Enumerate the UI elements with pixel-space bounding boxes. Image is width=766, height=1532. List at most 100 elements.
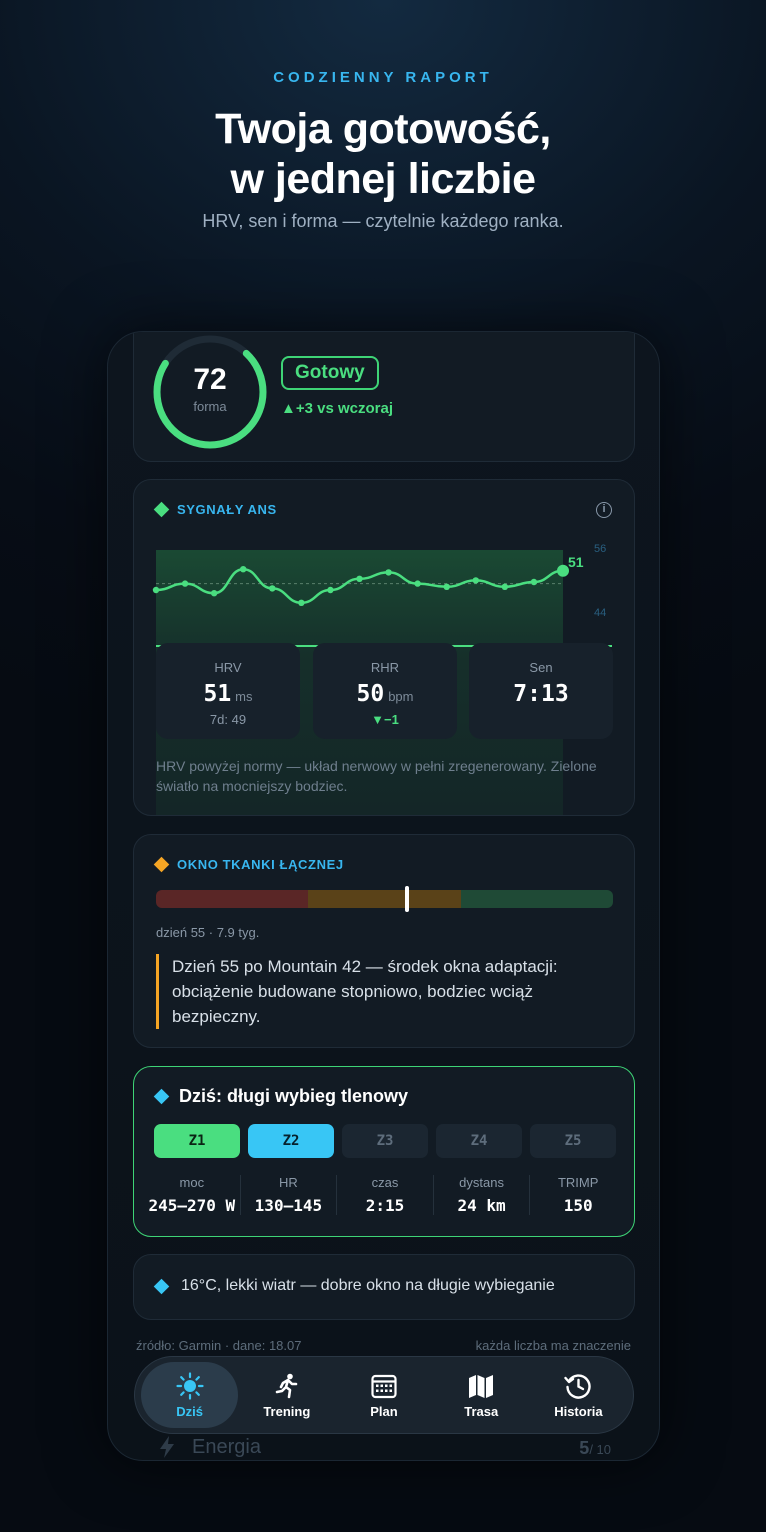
readiness-card[interactable]: 72 forma Gotowy ▲+3 vs wczoraj [133, 332, 635, 462]
metric-value: 24 km [457, 1196, 506, 1215]
tissue-quote: Dzień 55 po Mountain 42 — środek okna ad… [156, 954, 616, 1029]
tab-plan[interactable]: Plan [335, 1362, 432, 1428]
hrv-7d-average: 7d: 49 [209, 712, 247, 727]
calendar-icon [371, 1374, 397, 1398]
zone-selector: Z1 Z2 Z3 Z4 Z5 [154, 1124, 616, 1158]
zone-z2[interactable]: Z2 [248, 1124, 334, 1158]
hrv-point [327, 586, 334, 594]
current-day-marker [405, 886, 410, 912]
readiness-delta: ▲+3 vs wczoraj [281, 400, 393, 417]
bar-segment-red [156, 890, 309, 908]
tab-history[interactable]: Historia [530, 1362, 627, 1428]
tab-training[interactable]: Trening [238, 1362, 335, 1428]
tab-label: Plan [370, 1403, 398, 1419]
metric-hr: HR 130–145 [239, 1175, 337, 1215]
tab-today[interactable]: Dziś [141, 1362, 239, 1428]
tab-label: Historia [554, 1403, 603, 1419]
rhr-tile: RHR 50 bpm ▼−1 [313, 643, 457, 739]
metric-value: 130–145 [254, 1196, 323, 1215]
adaptation-window-bar [156, 890, 613, 908]
weather-text: 16°C, lekki wiatr — dobre okno na długie… [181, 1277, 555, 1294]
metric-distance: dystans 24 km [432, 1175, 530, 1215]
weather-row: 16°C, lekki wiatr — dobre okno na długie… [153, 1277, 555, 1295]
tab-route[interactable]: Trasa [433, 1362, 530, 1428]
hrv-point [181, 580, 189, 587]
bar-segment-green [460, 890, 613, 908]
tab-label: Trening [263, 1403, 311, 1419]
bottom-tab-bar: Dziś Trening Plan Trasa Historia [134, 1356, 634, 1434]
headline-line-2: w jednej liczbie [230, 155, 536, 203]
lightning-icon [160, 1436, 174, 1458]
last-value-label: 51 [568, 554, 584, 570]
hrv-value: 51 [203, 681, 232, 707]
rhr-label: RHR [370, 660, 400, 675]
energy-value: 5/ 10 [579, 1438, 611, 1459]
energy-score: 5 [579, 1438, 590, 1458]
eyebrow-label: CODZIENNY RAPORT [273, 69, 493, 86]
workout-card[interactable]: Dziś: długi wybieg tlenowy Z1 Z2 Z3 Z4 Z… [133, 1066, 635, 1237]
day-label: dzień 55 · 7.9 tyg. [156, 925, 260, 940]
tab-label: Dziś [176, 1403, 203, 1419]
diamond-icon [153, 856, 170, 873]
hrv-label: HRV [214, 660, 242, 675]
sleep-label: Sen [529, 660, 553, 675]
footer-tagline: każda liczba ma znaczenie [475, 1338, 631, 1353]
readiness-score: 72 [193, 363, 227, 396]
workout-metrics: moc 245–270 W HR 130–145 czas 2:15 dystans 2… [144, 1175, 626, 1215]
energy-row: Energia [158, 1435, 261, 1459]
subheadline: HRV, sen i forma — czytelnie każdego ran… [202, 211, 564, 231]
zone-z3[interactable]: Z3 [342, 1124, 428, 1158]
metric-time: czas 2:15 [336, 1175, 433, 1215]
metric-power: moc 245–270 W [144, 1175, 240, 1215]
zone-z1[interactable]: Z1 [154, 1124, 240, 1158]
hrv-point [472, 577, 479, 584]
sun-icon [175, 1371, 204, 1400]
ans-card[interactable]: SYGNAŁY ANS i 56 44 51 HRV 51 ms 7d: 49 R… [133, 479, 635, 816]
energy-label: Energia [192, 1435, 261, 1458]
metric-label: moc [179, 1175, 205, 1190]
hrv-point [385, 569, 392, 576]
hrv-point [210, 590, 218, 597]
bar-segment-amber [308, 890, 461, 908]
headline-line-1: Twoja gotowość, [215, 105, 551, 153]
zone-z4[interactable]: Z4 [436, 1124, 522, 1158]
metric-label: TRIMP [557, 1175, 599, 1190]
hrv-point [240, 566, 247, 573]
weather-card[interactable]: 16°C, lekki wiatr — dobre okno na długie… [133, 1254, 635, 1320]
energy-max: / 10 [589, 1442, 611, 1457]
diamond-icon [153, 1088, 170, 1105]
hrv-point [443, 583, 450, 590]
readiness-score-label: forma [193, 399, 227, 414]
zone-z5[interactable]: Z5 [530, 1124, 616, 1158]
metric-label: HR [279, 1175, 298, 1190]
workout-title-text: Dziś: długi wybieg tlenowy [179, 1086, 409, 1106]
hrv-point [298, 599, 305, 606]
hrv-point [356, 575, 363, 582]
hrv-point [530, 578, 538, 586]
hrv-tile: HRV 51 ms 7d: 49 [156, 643, 300, 739]
tissue-section-title: OKNO TKANKI ŁĄCZNEJ [153, 856, 344, 873]
hrv-value-row: 51 ms [156, 681, 300, 707]
map-icon [469, 1374, 494, 1398]
y-axis-bottom-label: 44 [594, 607, 607, 619]
metric-value: 150 [563, 1196, 593, 1215]
metric-label: dystans [459, 1175, 504, 1190]
metric-trimp: TRIMP 150 [529, 1175, 626, 1215]
status-badge: Gotowy [281, 356, 379, 390]
sleep-tile: Sen 7:13 [469, 643, 613, 739]
metric-label: czas [371, 1175, 399, 1190]
headline: Twoja gotowość, w jednej liczbie [0, 104, 766, 204]
y-axis-top-label: 56 [594, 543, 607, 555]
tissue-window-card[interactable]: OKNO TKANKI ŁĄCZNEJ dzień 55 · 7.9 tyg. … [133, 834, 635, 1048]
hrv-point [152, 586, 160, 594]
sleep-value: 7:13 [513, 681, 569, 707]
metric-value: 245–270 W [148, 1196, 236, 1215]
tissue-title-text: OKNO TKANKI ŁĄCZNEJ [177, 857, 344, 872]
rhr-unit: bpm [388, 689, 414, 704]
diamond-icon [153, 1278, 170, 1294]
workout-title: Dziś: długi wybieg tlenowy [153, 1086, 409, 1107]
phone-screen: 72 forma Gotowy ▲+3 vs wczoraj SYGNAŁY A… [107, 331, 660, 1461]
hrv-point [501, 583, 509, 590]
tab-label: Trasa [464, 1403, 499, 1419]
hrv-point [414, 580, 421, 587]
